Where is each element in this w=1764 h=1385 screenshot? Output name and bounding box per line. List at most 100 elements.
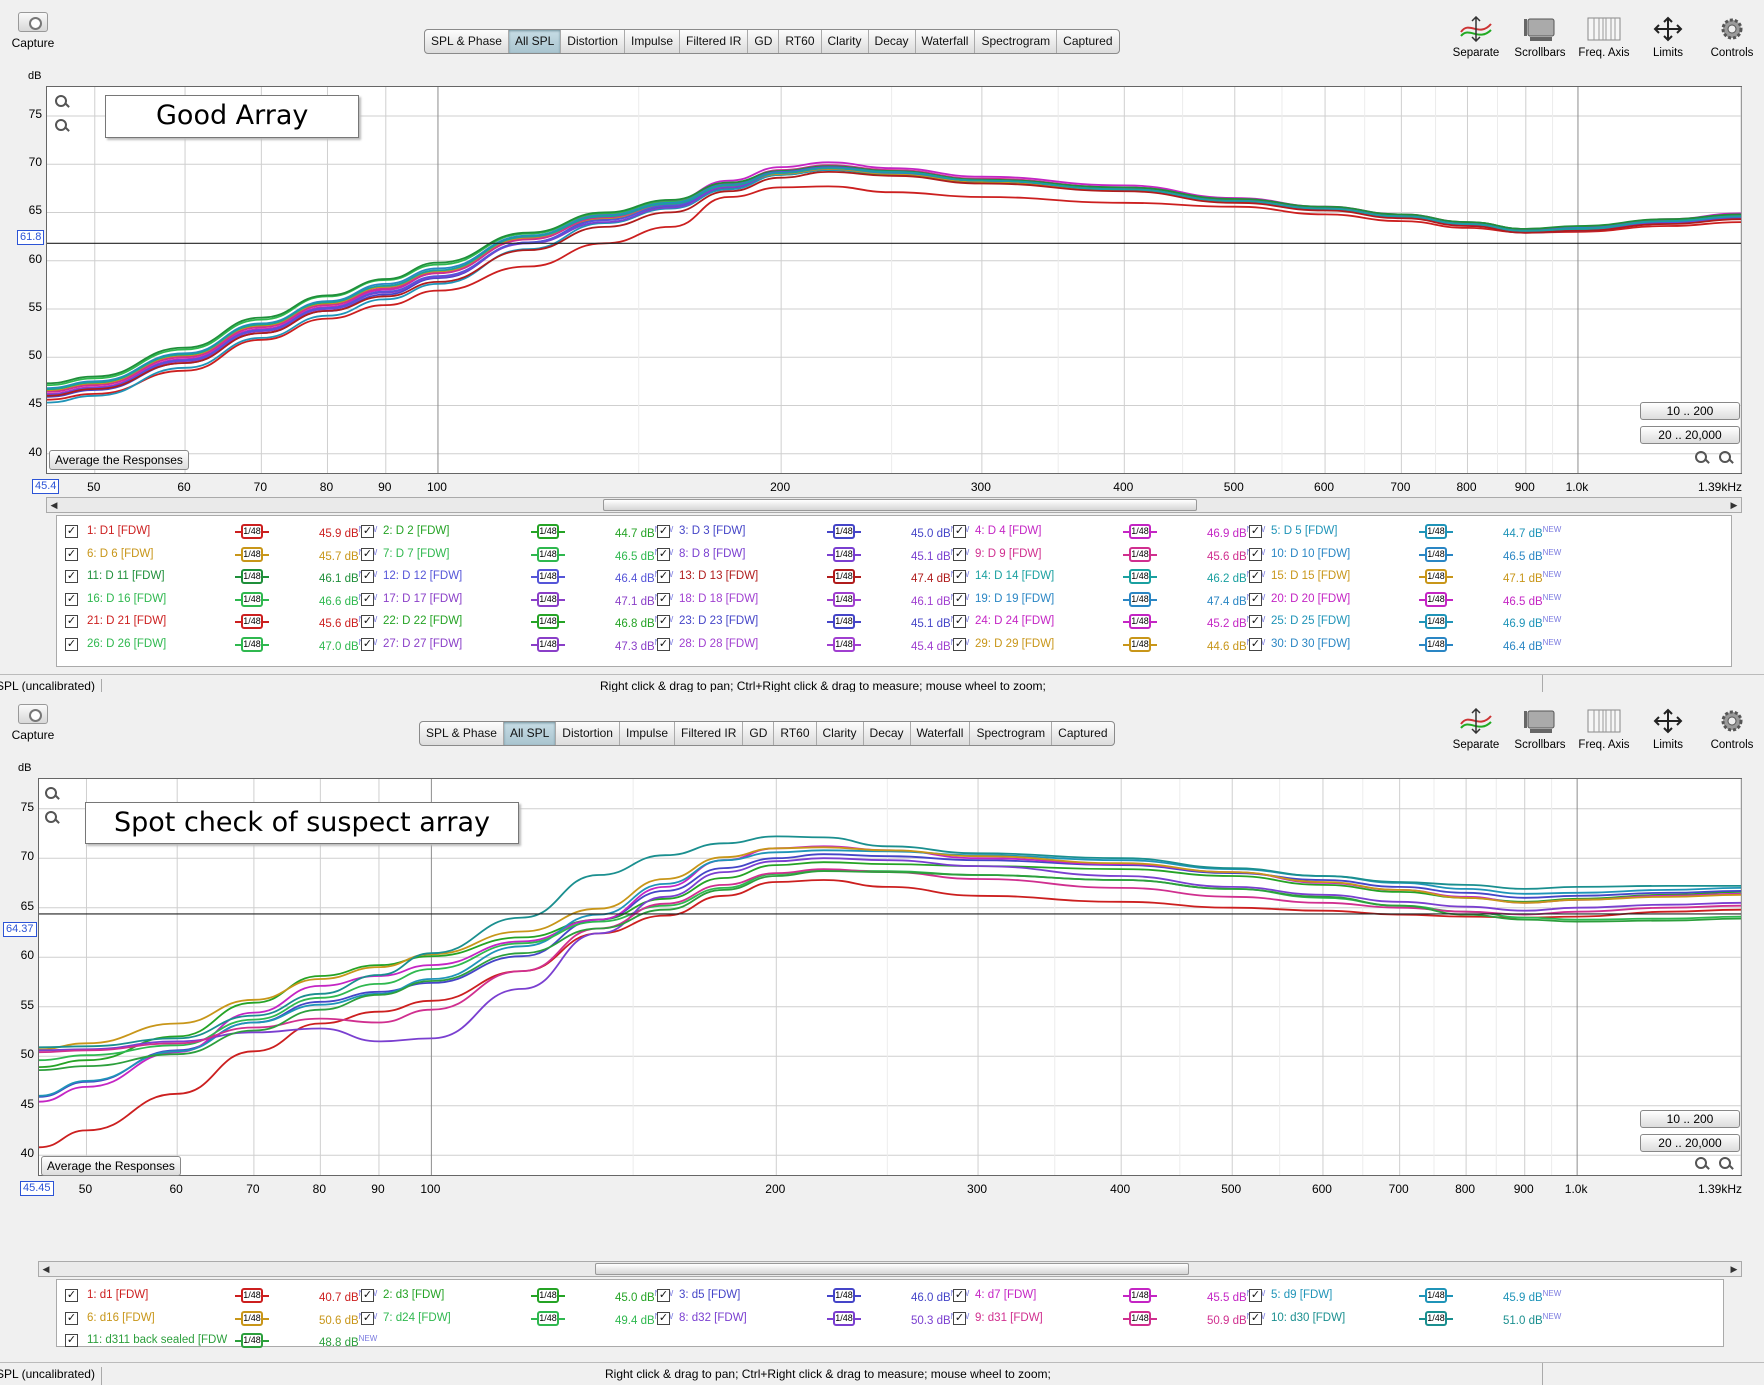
visibility-checkbox[interactable]: ✓	[361, 637, 374, 651]
smoothing-selector[interactable]: 1/48	[1419, 591, 1453, 607]
visibility-checkbox[interactable]: ✓	[65, 637, 78, 651]
smoothing-selector[interactable]: 1/48	[827, 591, 861, 607]
visibility-checkbox[interactable]: ✓	[65, 547, 78, 561]
smoothing-selector[interactable]: 1/48	[531, 591, 565, 607]
smoothing-selector[interactable]: 1/48	[1419, 1310, 1453, 1326]
scrollbars-button[interactable]: Scrollbars	[1508, 708, 1572, 751]
visibility-checkbox[interactable]: ✓	[361, 592, 374, 606]
smoothing-selector[interactable]: 1/48	[1123, 591, 1157, 607]
measurement-name[interactable]: 10: D 10 [FDW]	[1271, 548, 1350, 560]
smoothing-selector[interactable]: 1/48	[1419, 524, 1453, 539]
average-responses-button[interactable]: Average the Responses	[41, 1156, 181, 1176]
smoothing-selector[interactable]: 1/48	[1123, 1288, 1157, 1303]
measurement-name[interactable]: 14: D 14 [FDW]	[975, 570, 1054, 582]
measurement-name[interactable]: 2: d3 [FDW]	[383, 1289, 444, 1301]
visibility-checkbox[interactable]: ✓	[65, 1311, 78, 1325]
legend-item[interactable]: ✓7: d24 [FDW]1/4849.4 dBNEW	[361, 1309, 673, 1331]
legend-item[interactable]: ✓6: D 6 [FDW]1/4845.7 dBNEW	[65, 545, 377, 567]
measurement-name[interactable]: 22: D 22 [FDW]	[383, 615, 462, 627]
legend-item[interactable]: ✓3: d5 [FDW]1/4846.0 dBNEW	[657, 1286, 969, 1308]
legend-item[interactable]: ✓1: D1 [FDW]1/4845.9 dBNEW	[65, 522, 377, 544]
tab-distortion[interactable]: Distortion	[556, 722, 620, 745]
measurement-name[interactable]: 4: d7 [FDW]	[975, 1289, 1036, 1301]
legend-item[interactable]: ✓16: D 16 [FDW]1/4846.6 dBNEW	[65, 590, 377, 612]
measurement-name[interactable]: 8: d32 [FDW]	[679, 1312, 747, 1324]
legend-item[interactable]: ✓26: D 26 [FDW]1/4847.0 dBNEW	[65, 635, 377, 657]
legend-item[interactable]: ✓11: D 11 [FDW]1/4846.1 dBNEW	[65, 567, 377, 589]
legend-item[interactable]: ✓28: D 28 [FDW]1/4845.4 dBNEW	[657, 635, 969, 657]
horizontal-scrollbar[interactable]: ◀ ▶	[46, 497, 1742, 513]
measurement-name[interactable]: 11: D 11 [FDW]	[87, 570, 165, 582]
smoothing-selector[interactable]: 1/48	[235, 591, 269, 607]
visibility-checkbox[interactable]: ✓	[953, 637, 966, 651]
visibility-checkbox[interactable]: ✓	[657, 1289, 670, 1302]
legend-item[interactable]: ✓13: D 13 [FDW]1/4847.4 dBNEW	[657, 567, 969, 589]
legend-item[interactable]: ✓17: D 17 [FDW]1/4847.1 dBNEW	[361, 590, 673, 612]
visibility-checkbox[interactable]: ✓	[361, 1289, 374, 1302]
tab-spl-phase[interactable]: SPL & Phase	[425, 30, 509, 53]
visibility-checkbox[interactable]: ✓	[361, 615, 374, 628]
legend-item[interactable]: ✓ 10: d30 [FDW] 1/48 51.0 dBNEW	[1249, 1309, 1561, 1331]
measurement-name[interactable]: 30: D 30 [FDW]	[1271, 638, 1350, 650]
scrollbar-thumb[interactable]	[603, 499, 1197, 511]
smoothing-selector[interactable]: 1/48	[1123, 524, 1157, 539]
limits-button[interactable]: Limits	[1636, 708, 1700, 751]
measurement-name[interactable]: 19: D 19 [FDW]	[975, 593, 1054, 605]
smoothing-selector[interactable]: 1/48	[531, 546, 565, 562]
smoothing-selector[interactable]: 1/48	[235, 1310, 269, 1326]
measurement-name[interactable]: 1: d1 [FDW]	[87, 1289, 148, 1301]
measurement-name[interactable]: 5: d9 [FDW]	[1271, 1289, 1332, 1301]
smoothing-selector[interactable]: 1/48	[235, 546, 269, 562]
separate-button[interactable]: Separate	[1444, 15, 1508, 59]
smoothing-selector[interactable]: 1/48	[1419, 636, 1453, 652]
measurement-name[interactable]: 13: D 13 [FDW]	[679, 570, 758, 582]
visibility-checkbox[interactable]: ✓	[953, 570, 966, 583]
legend-item[interactable]: ✓8: D 8 [FDW]1/4845.1 dBNEW	[657, 545, 969, 567]
tab-waterfall[interactable]: Waterfall	[911, 722, 971, 745]
legend-item[interactable]: ✓8: d32 [FDW]1/4850.3 dBNEW	[657, 1309, 969, 1331]
measurement-name[interactable]: 6: D 6 [FDW]	[87, 548, 153, 560]
separate-button[interactable]: Separate	[1444, 707, 1508, 751]
measurement-name[interactable]: 3: D 3 [FDW]	[679, 525, 745, 537]
measurement-name[interactable]: 5: D 5 [FDW]	[1271, 525, 1337, 537]
smoothing-selector[interactable]: 1/48	[235, 1333, 269, 1348]
measurement-name[interactable]: 4: D 4 [FDW]	[975, 525, 1041, 537]
measurement-name[interactable]: 21: D 21 [FDW]	[87, 615, 166, 627]
scroll-right-icon[interactable]: ▶	[1727, 498, 1741, 512]
visibility-checkbox[interactable]: ✓	[953, 547, 966, 561]
measurement-name[interactable]: 15: D 15 [FDW]	[1271, 570, 1350, 582]
legend-item[interactable]: ✓9: D 9 [FDW]1/4845.6 dBNEW	[953, 545, 1265, 567]
measurement-name[interactable]: 27: D 27 [FDW]	[383, 638, 462, 650]
visibility-checkbox[interactable]: ✓	[953, 592, 966, 606]
legend-item[interactable]: ✓ 25: D 25 [FDW] 1/48 46.9 dBNEW	[1249, 612, 1561, 634]
smoothing-selector[interactable]: 1/48	[827, 614, 861, 629]
average-responses-button[interactable]: Average the Responses	[49, 450, 189, 470]
scroll-right-icon[interactable]: ▶	[1727, 1262, 1741, 1276]
measurement-name[interactable]: 6: d16 [FDW]	[87, 1312, 155, 1324]
measurement-name[interactable]: 11: d311 back sealed [FDW	[87, 1334, 227, 1346]
visibility-checkbox[interactable]: ✓	[657, 637, 670, 651]
legend-item[interactable]: ✓21: D 21 [FDW]1/4845.6 dBNEW	[65, 612, 377, 634]
smoothing-selector[interactable]: 1/48	[827, 636, 861, 652]
legend-item[interactable]: ✓2: d3 [FDW]1/4845.0 dBNEW	[361, 1286, 673, 1308]
legend-item[interactable]: ✓19: D 19 [FDW]1/4847.4 dBNEW	[953, 590, 1265, 612]
legend-item[interactable]: ✓9: d31 [FDW]1/4850.9 dBNEW	[953, 1309, 1265, 1331]
plot-area[interactable]: Spot check of suspect array Average the …	[38, 778, 1742, 1176]
zoom-in-icon[interactable]	[1695, 451, 1709, 465]
legend-item[interactable]: ✓ 10: D 10 [FDW] 1/48 46.5 dBNEW	[1249, 545, 1561, 567]
legend-item[interactable]: ✓ 5: D 5 [FDW] 1/48 44.7 dBNEW	[1249, 522, 1561, 544]
measurement-name[interactable]: 17: D 17 [FDW]	[383, 593, 462, 605]
visibility-checkbox[interactable]: ✓	[65, 592, 78, 606]
legend-item[interactable]: ✓4: d7 [FDW]1/4845.5 dBNEW	[953, 1286, 1265, 1308]
visibility-checkbox[interactable]: ✓	[361, 1311, 374, 1325]
legend-item[interactable]: ✓ 30: D 30 [FDW] 1/48 46.4 dBNEW	[1249, 635, 1561, 657]
measurement-name[interactable]: 24: D 24 [FDW]	[975, 615, 1054, 627]
measurement-name[interactable]: 28: D 28 [FDW]	[679, 638, 758, 650]
smoothing-selector[interactable]: 1/48	[827, 1288, 861, 1303]
freq-axis-button[interactable]: Freq. Axis	[1572, 16, 1636, 59]
tab-decay[interactable]: Decay	[869, 30, 916, 53]
smoothing-selector[interactable]: 1/48	[1419, 1288, 1453, 1303]
visibility-checkbox[interactable]: ✓	[1249, 592, 1262, 606]
measurement-name[interactable]: 8: D 8 [FDW]	[679, 548, 745, 560]
tab-filtered-ir[interactable]: Filtered IR	[675, 722, 744, 745]
